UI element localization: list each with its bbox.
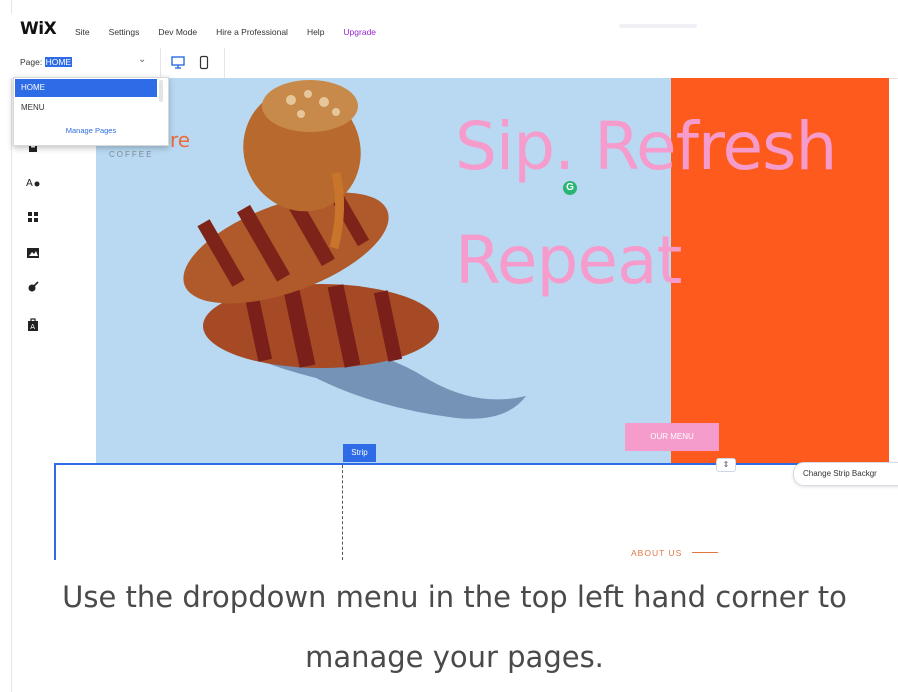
page-selector-label: Page:: [20, 57, 43, 67]
about-us-rule: [692, 552, 718, 553]
brand-fragment: re: [170, 128, 191, 152]
our-menu-button[interactable]: OUR MENU: [625, 423, 719, 451]
theme-icon[interactable]: A: [26, 175, 40, 189]
editor-tool-sidebar: A A: [12, 78, 54, 560]
headline-line-1: Sip. Refresh: [455, 108, 837, 185]
pen-icon[interactable]: [26, 280, 40, 294]
manage-pages-link[interactable]: Manage Pages: [14, 126, 168, 135]
page-selector-value[interactable]: HOME: [44, 57, 73, 67]
dropdown-scrollbar[interactable]: [159, 80, 163, 102]
desktop-icon[interactable]: [171, 55, 185, 70]
toolbar-divider: [160, 48, 161, 78]
headline-line-2: Repeat: [455, 222, 682, 299]
menu-hire-professional[interactable]: Hire a Professional: [216, 27, 288, 37]
menu-upgrade[interactable]: Upgrade: [343, 27, 376, 37]
collaborator-cursor-icon: G: [563, 181, 577, 195]
strip-border-left: [54, 463, 56, 560]
menu-help[interactable]: Help: [307, 27, 324, 37]
top-bar-placeholder: [619, 24, 697, 28]
menu-site[interactable]: Site: [75, 27, 90, 37]
strip-resize-handle-icon[interactable]: ⇕: [716, 458, 736, 472]
strip-tag[interactable]: Strip: [343, 444, 376, 462]
page-dropdown: HOME MENU Manage Pages: [13, 77, 169, 146]
svg-text:A: A: [30, 323, 35, 331]
page-toolbar: Page: HOME ⌄: [11, 48, 898, 79]
about-us-heading: ABOUT US: [631, 548, 683, 558]
column-guide: [342, 465, 343, 560]
chevron-down-icon[interactable]: ⌄: [138, 54, 146, 65]
svg-text:A: A: [26, 178, 33, 189]
editor-menu: Site Settings Dev Mode Hire a Profession…: [75, 27, 395, 37]
dropdown-item-menu[interactable]: MENU: [15, 99, 157, 117]
media-icon[interactable]: [26, 246, 40, 260]
dropdown-item-home[interactable]: HOME: [15, 79, 157, 97]
add-apps-icon[interactable]: [26, 210, 40, 224]
page-selector[interactable]: Page: HOME: [20, 57, 73, 67]
strip-border-top: [54, 463, 898, 465]
business-icon[interactable]: A: [26, 318, 40, 332]
tutorial-caption: Use the dropdown menu in the top left ha…: [62, 580, 847, 674]
menu-settings[interactable]: Settings: [109, 27, 140, 37]
mobile-icon[interactable]: [199, 55, 209, 70]
brand-subtitle: COFFEE: [109, 150, 154, 159]
editor-top-bar: WiX Site Settings Dev Mode Hire a Profes…: [11, 14, 898, 48]
menu-dev-mode[interactable]: Dev Mode: [158, 27, 197, 37]
toolbar-divider: [224, 48, 225, 78]
wix-logo[interactable]: WiX: [20, 19, 57, 39]
change-strip-background-button[interactable]: Change Strip Backgr: [793, 462, 898, 486]
